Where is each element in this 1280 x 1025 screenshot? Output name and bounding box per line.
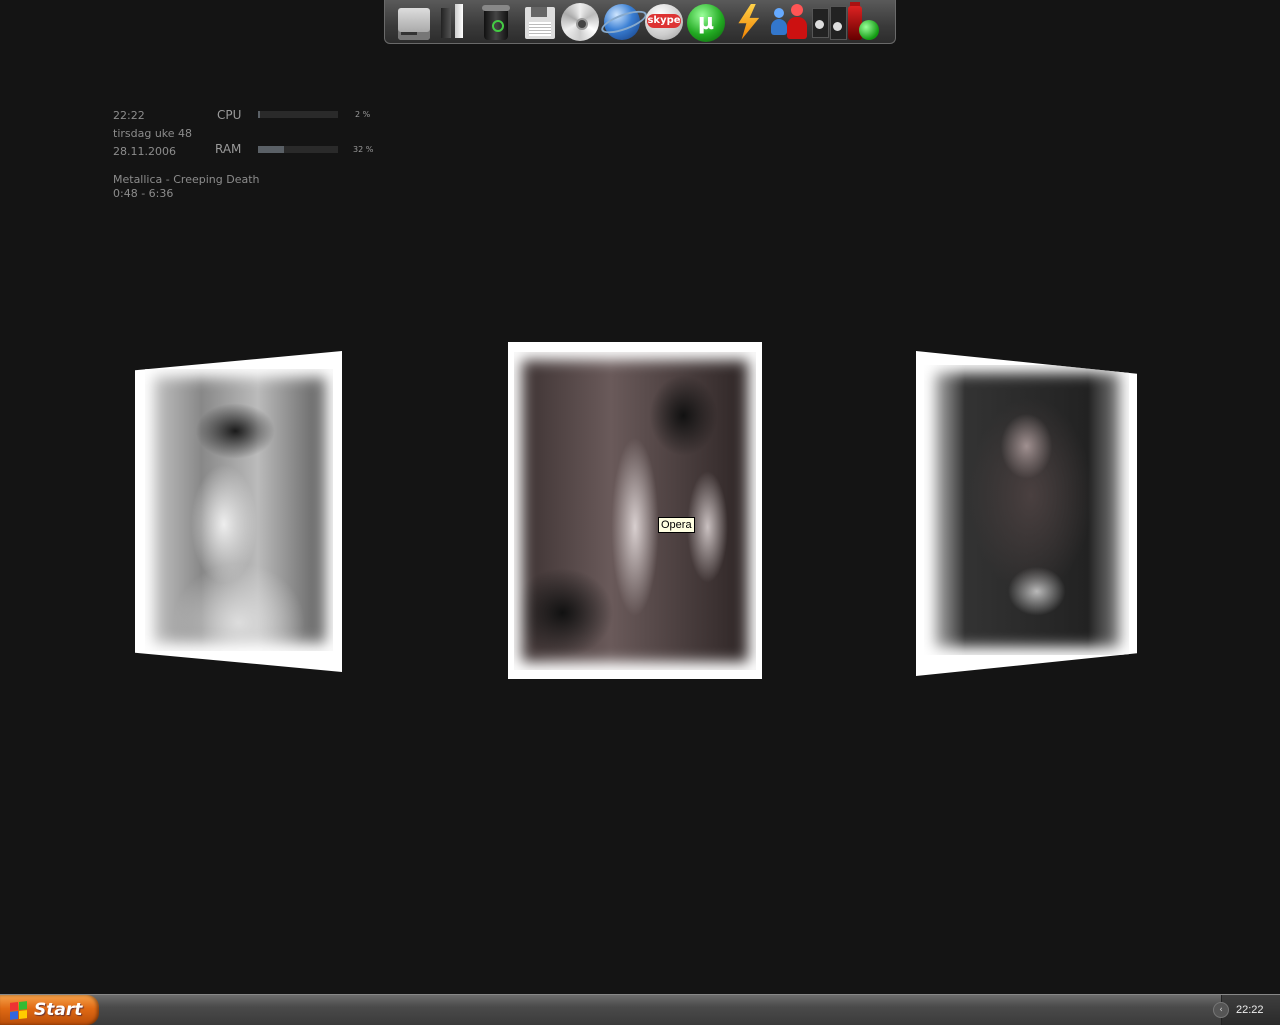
cd-icon[interactable]: [559, 2, 601, 42]
widget-date: 28.11.2006: [113, 145, 176, 158]
start-label: Start: [34, 1000, 83, 1020]
tooltip: Opera: [658, 517, 695, 533]
browser-globe-icon[interactable]: [598, 2, 650, 42]
utorrent-icon-text: µ: [687, 3, 725, 42]
recycle-bin-icon[interactable]: [475, 2, 517, 42]
now-playing-time: 0:48 - 6:36: [113, 187, 174, 200]
now-playing-track: Metallica - Creeping Death: [113, 173, 260, 186]
start-button[interactable]: Start: [0, 995, 99, 1025]
speakers-icon[interactable]: [811, 2, 847, 42]
widget-time: 22:22: [113, 109, 145, 122]
floppy-icon[interactable]: [517, 2, 559, 42]
quick-launch-dock: skype µ: [384, 0, 896, 44]
tray-clock[interactable]: 22:22: [1236, 995, 1264, 1025]
photo-center[interactable]: [508, 342, 762, 679]
photo-left[interactable]: [135, 351, 342, 672]
drive-icon[interactable]: [391, 2, 433, 42]
photo-right[interactable]: [916, 351, 1137, 676]
windows-logo-icon: [10, 1000, 27, 1020]
gadget-icon[interactable]: [845, 1, 879, 42]
system-tray: ‹ 22:22: [1213, 995, 1280, 1025]
bars-icon[interactable]: [433, 2, 475, 42]
utorrent-icon[interactable]: µ: [685, 2, 727, 42]
cpu-value: 2 %: [355, 110, 371, 119]
tray-expand-icon[interactable]: ‹: [1213, 1002, 1229, 1018]
flash-icon[interactable]: [727, 2, 769, 42]
ram-label: RAM: [215, 142, 242, 156]
taskbar: Start ‹ 22:22: [0, 994, 1280, 1025]
ram-value: 32 %: [353, 145, 374, 154]
widget-day: tirsdag uke 48: [113, 127, 193, 140]
cpu-meter: [258, 111, 338, 118]
cpu-label: CPU: [217, 108, 242, 122]
skype-icon-text: skype: [647, 13, 681, 28]
ram-meter: [258, 146, 338, 153]
messenger-users-icon[interactable]: [769, 2, 811, 42]
skype-icon[interactable]: skype: [643, 2, 685, 42]
